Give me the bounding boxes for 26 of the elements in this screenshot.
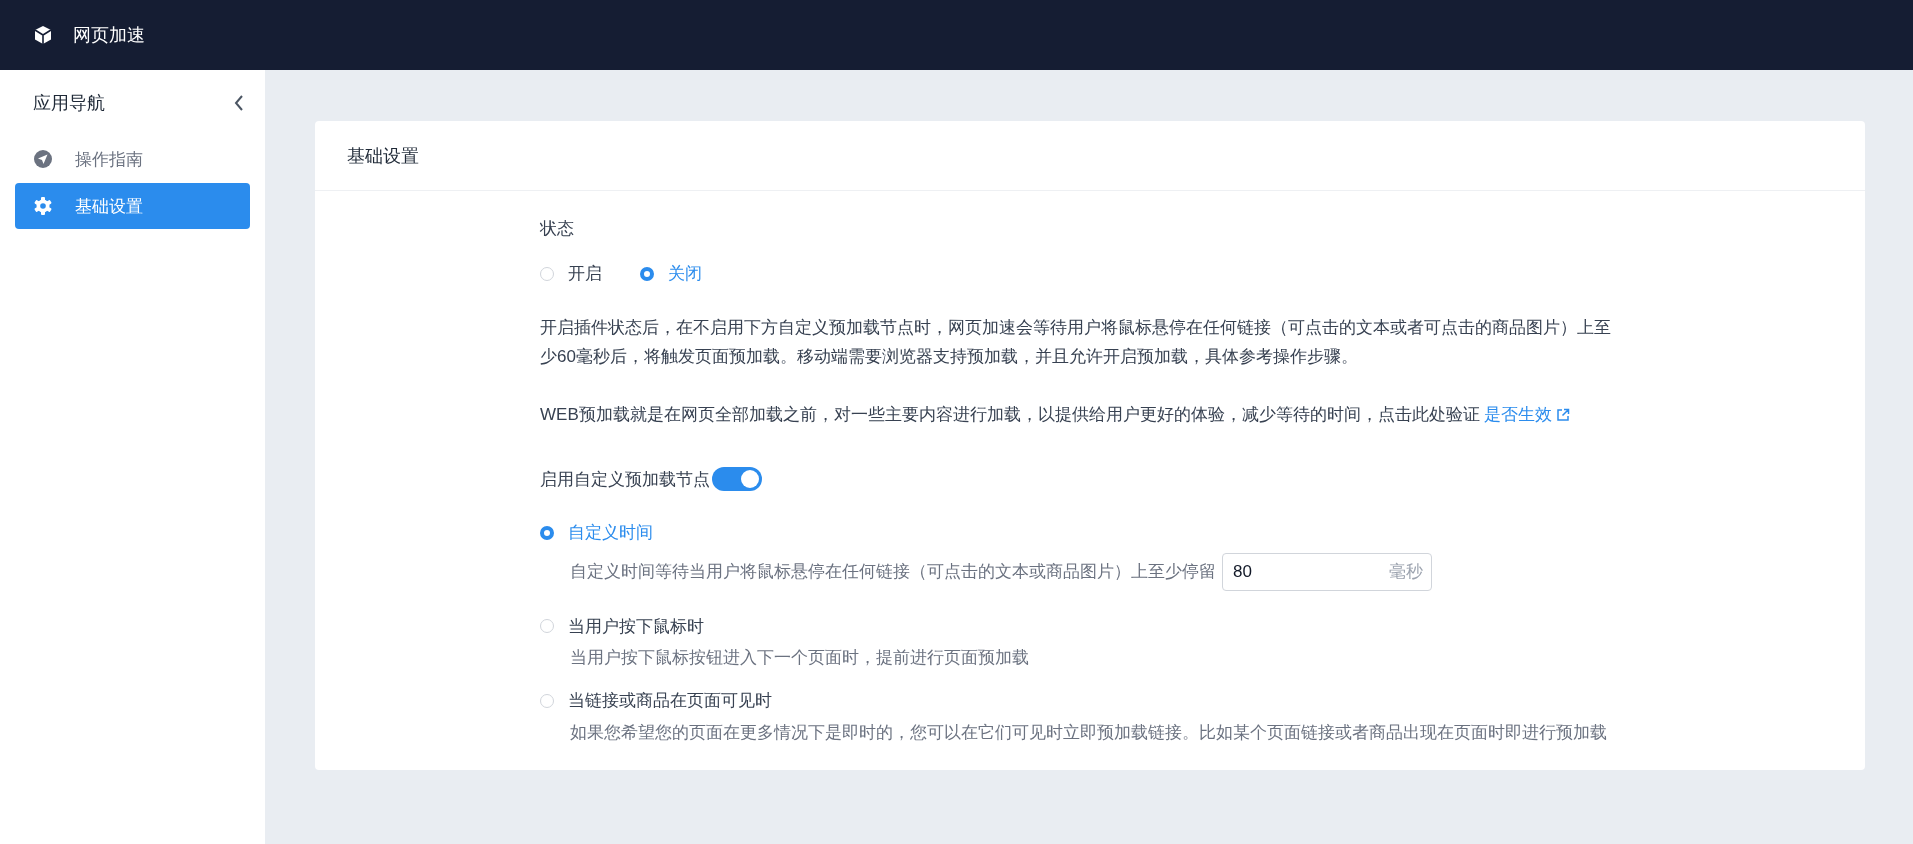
radio-label[interactable]: 关闭 [668,262,702,285]
option-description: 自定义时间等待当用户将鼠标悬停在任何链接（可点击的文本或商品图片）上至少停留 [570,561,1216,583]
collapse-chevron-icon[interactable] [234,95,244,111]
external-link-icon [1556,407,1571,422]
radio-button[interactable] [640,266,654,281]
option-description: 如果您希望您的页面在更多情况下是即时的，您可以在它们可见时立即预加载链接。比如某个页面链接或者商品出现在页面时即进行预加载 [570,721,1607,744]
toggle-label: 启用自定义预加载节点 [540,468,710,491]
radio-label[interactable]: 自定义时间 [568,521,653,544]
web-note: WEB预加载就是在网页全部加载之前，对一些主要内容进行加载，以提供给用户更好的体验，减少等待的时间，点击此处验证 是否生效 [540,400,1620,429]
nav-item[interactable]: 基础设置 [15,183,250,229]
cube-icon [33,25,53,45]
verify-link[interactable]: 是否生效 [1484,400,1571,429]
gear-icon [33,196,53,216]
field-label: 状态 [540,218,575,240]
description-paragraph: 开启插件状态后，在不启用下方自定义预加载节点时，网页加速会等待用户将鼠标悬停在任何链接（可点击的文本或者可点击的商品图片）上至少60毫秒后，将触发页面预加载。移动端需要浏览器支持预加载，并且允许开启预加载，具体参考操作步骤。 [540,317,1612,368]
input-field[interactable]: 80 毫秒 [1222,552,1432,591]
radio-label[interactable]: 当链接或商品在页面可见时 [568,689,772,712]
sidebar-title: 应用导航 [33,92,105,115]
card-title: 基础设置 [347,144,419,168]
radio-label[interactable]: 开启 [568,262,602,285]
nav-item[interactable]: 操作指南 [15,136,250,182]
app-title: 网页加速 [73,24,145,47]
option-description: 当用户按下鼠标按钮进入下一个页面时，提前进行页面预加载 [570,647,1029,669]
radio-button[interactable] [540,525,554,540]
toggle-switch[interactable] [712,467,762,491]
radio-label[interactable]: 当用户按下鼠标时 [568,614,704,638]
